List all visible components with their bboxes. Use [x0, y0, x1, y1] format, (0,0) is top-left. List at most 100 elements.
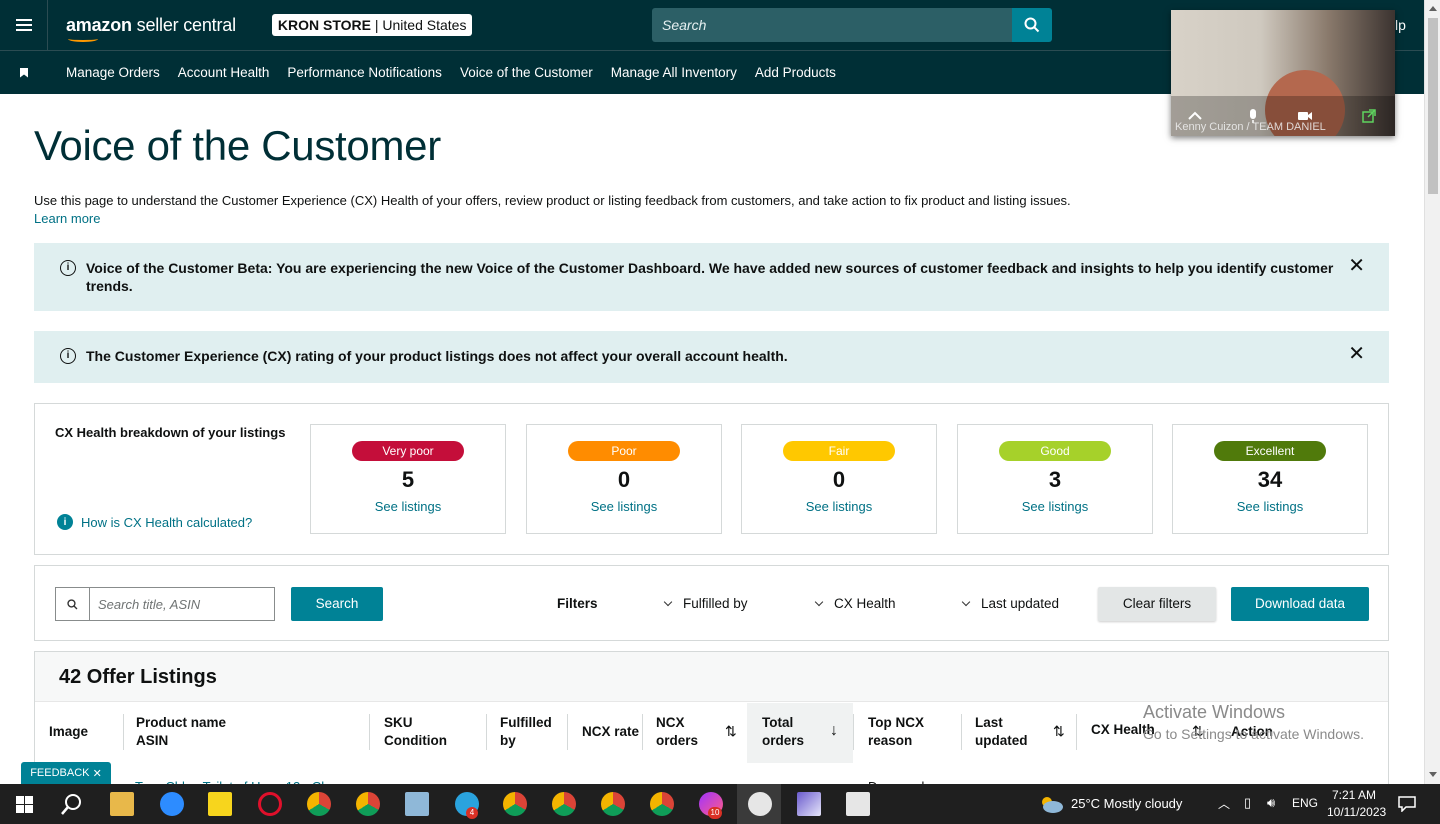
windows-start-icon[interactable] — [16, 796, 33, 813]
language-indicator[interactable]: ENG — [1292, 796, 1318, 810]
chrome-icon[interactable] — [356, 792, 380, 816]
close-icon[interactable]: ✕ — [1348, 256, 1365, 276]
cx-health-calc-link[interactable]: i How is CX Health calculated? — [57, 514, 252, 530]
amazon-smile-icon — [68, 36, 98, 42]
last-updated-dropdown[interactable]: Last updated — [961, 596, 1059, 611]
nav-add-products[interactable]: Add Products — [755, 65, 836, 80]
search-icon[interactable] — [61, 793, 83, 815]
cx-card-good: Good 3 See listings — [957, 424, 1153, 534]
chrome-icon[interactable] — [601, 792, 625, 816]
fulfilled-by-dropdown[interactable]: Fulfilled by — [663, 596, 748, 611]
info-icon: i — [57, 514, 73, 530]
col-top-ncx-reason[interactable]: Top NCX reason — [868, 714, 924, 750]
bookmark-icon[interactable] — [0, 67, 48, 78]
store-region: United States — [382, 17, 467, 33]
sort-icon[interactable]: ⇅ — [1053, 723, 1065, 740]
scroll-down-icon[interactable] — [1429, 772, 1437, 777]
weather-text[interactable]: 25°C Mostly cloudy — [1071, 796, 1182, 811]
clear-filters-button[interactable]: Clear filters — [1098, 587, 1216, 621]
close-icon[interactable]: ✕ — [1348, 344, 1365, 364]
search-button[interactable]: Search — [291, 587, 383, 621]
file-explorer-icon[interactable] — [110, 792, 134, 816]
col-image: Image — [49, 724, 89, 739]
sticky-notes-icon[interactable] — [208, 792, 232, 816]
opera-icon[interactable] — [258, 792, 282, 816]
chrome-icon[interactable] — [307, 792, 331, 816]
see-listings-link[interactable]: See listings — [958, 499, 1152, 514]
cx-health-title: CX Health breakdown of your listings — [55, 425, 286, 440]
page-scrollbar[interactable] — [1424, 0, 1440, 784]
sort-descending-icon[interactable]: ↓ — [830, 722, 838, 740]
see-listings-link[interactable]: See listings — [1173, 499, 1367, 514]
nav-performance-notifications[interactable]: Performance Notifications — [287, 65, 442, 80]
see-listings-link[interactable]: See listings — [527, 499, 721, 514]
chrome-icon[interactable] — [552, 792, 576, 816]
nav-manage-inventory[interactable]: Manage All Inventory — [611, 65, 737, 80]
clock-time[interactable]: 7:21 AM — [1332, 788, 1376, 802]
column-divider — [642, 714, 643, 750]
listing-search-input[interactable]: Search title, ASIN — [90, 588, 208, 620]
app-icon[interactable] — [405, 792, 429, 816]
watermark-subtitle: Go to Settings to activate Windows. — [1143, 726, 1364, 742]
calculator-icon[interactable] — [846, 792, 870, 816]
see-listings-link[interactable]: See listings — [742, 499, 936, 514]
scrollbar-thumb[interactable] — [1428, 18, 1438, 194]
status-badge: Good — [999, 441, 1111, 461]
seller-central-logo[interactable]: amazon seller central — [66, 15, 236, 42]
notification-badge: 4 — [466, 807, 478, 819]
col-top-ncx-label-2: reason — [868, 733, 913, 748]
speaker-icon[interactable]: 🔊︎ — [1267, 795, 1275, 811]
global-search-input[interactable]: Search — [652, 8, 1012, 42]
listing-search-field[interactable]: Search title, ASIN — [55, 587, 275, 621]
search-icon — [56, 588, 90, 620]
main-content: Voice of the Customer Use this page to u… — [34, 94, 1389, 794]
col-ncx-orders[interactable]: NCX orders — [656, 714, 698, 750]
feedback-tab[interactable]: FEEDBACK ✕ — [21, 762, 111, 784]
col-product-name[interactable]: Product name ASIN — [136, 714, 226, 750]
clock-date[interactable]: 10/11/2023 — [1327, 805, 1386, 819]
status-badge: Excellent — [1214, 441, 1326, 461]
global-search-button[interactable] — [1012, 8, 1052, 42]
column-divider — [961, 714, 962, 750]
intro-text: Use this page to understand the Customer… — [34, 193, 1071, 208]
cx-card-fair: Fair 0 See listings — [741, 424, 937, 534]
info-icon: i — [60, 260, 76, 276]
nav-voice-of-customer[interactable]: Voice of the Customer — [460, 65, 593, 80]
col-last-updated-label-2: updated — [975, 733, 1028, 748]
chevron-down-icon — [814, 597, 824, 607]
device-icon[interactable]: ▯ — [1244, 795, 1251, 811]
col-fulfilled-by[interactable]: Fulfilled by — [500, 714, 552, 750]
column-divider — [369, 714, 370, 750]
notifications-icon[interactable] — [1398, 796, 1416, 812]
chevron-up-icon[interactable]: ︿ — [1218, 795, 1230, 812]
filters-label: Filters — [557, 596, 598, 611]
nav-manage-orders[interactable]: Manage Orders — [66, 65, 160, 80]
learn-more-link[interactable]: Learn more — [34, 211, 100, 226]
help-link[interactable]: lp — [1395, 17, 1406, 33]
cx-health-dropdown[interactable]: CX Health — [814, 596, 896, 611]
chrome-icon[interactable] — [503, 792, 527, 816]
zoom-icon[interactable] — [160, 792, 184, 816]
col-total-orders[interactable]: Total orders — [762, 714, 804, 750]
col-sku[interactable]: SKU Condition — [384, 714, 447, 750]
chevron-down-icon — [663, 597, 673, 607]
col-top-ncx-label-1: Top NCX — [868, 715, 924, 730]
page-intro: Use this page to understand the Customer… — [34, 192, 1389, 228]
weather-cloud-icon[interactable] — [1038, 794, 1064, 814]
cx-count: 3 — [1048, 467, 1062, 492]
page-title: Voice of the Customer — [34, 122, 441, 169]
menu-icon[interactable] — [0, 0, 48, 50]
download-data-button[interactable]: Download data — [1231, 587, 1369, 621]
see-listings-link[interactable]: See listings — [311, 499, 505, 514]
chrome-icon[interactable] — [650, 792, 674, 816]
col-last-updated[interactable]: Last updated — [975, 714, 1028, 750]
cloud-app-icon[interactable] — [748, 792, 772, 816]
listings-heading: 42 Offer Listings — [35, 652, 1388, 702]
sort-icon[interactable]: ⇅ — [725, 723, 737, 740]
col-ncx-rate[interactable]: NCX rate — [582, 723, 639, 741]
scroll-up-icon[interactable] — [1429, 6, 1437, 11]
image-viewer-icon[interactable] — [797, 792, 821, 816]
store-selector[interactable]: KRON STORE | United States — [271, 14, 473, 36]
nav-account-health[interactable]: Account Health — [178, 65, 270, 80]
close-icon[interactable]: ✕ — [93, 767, 102, 780]
